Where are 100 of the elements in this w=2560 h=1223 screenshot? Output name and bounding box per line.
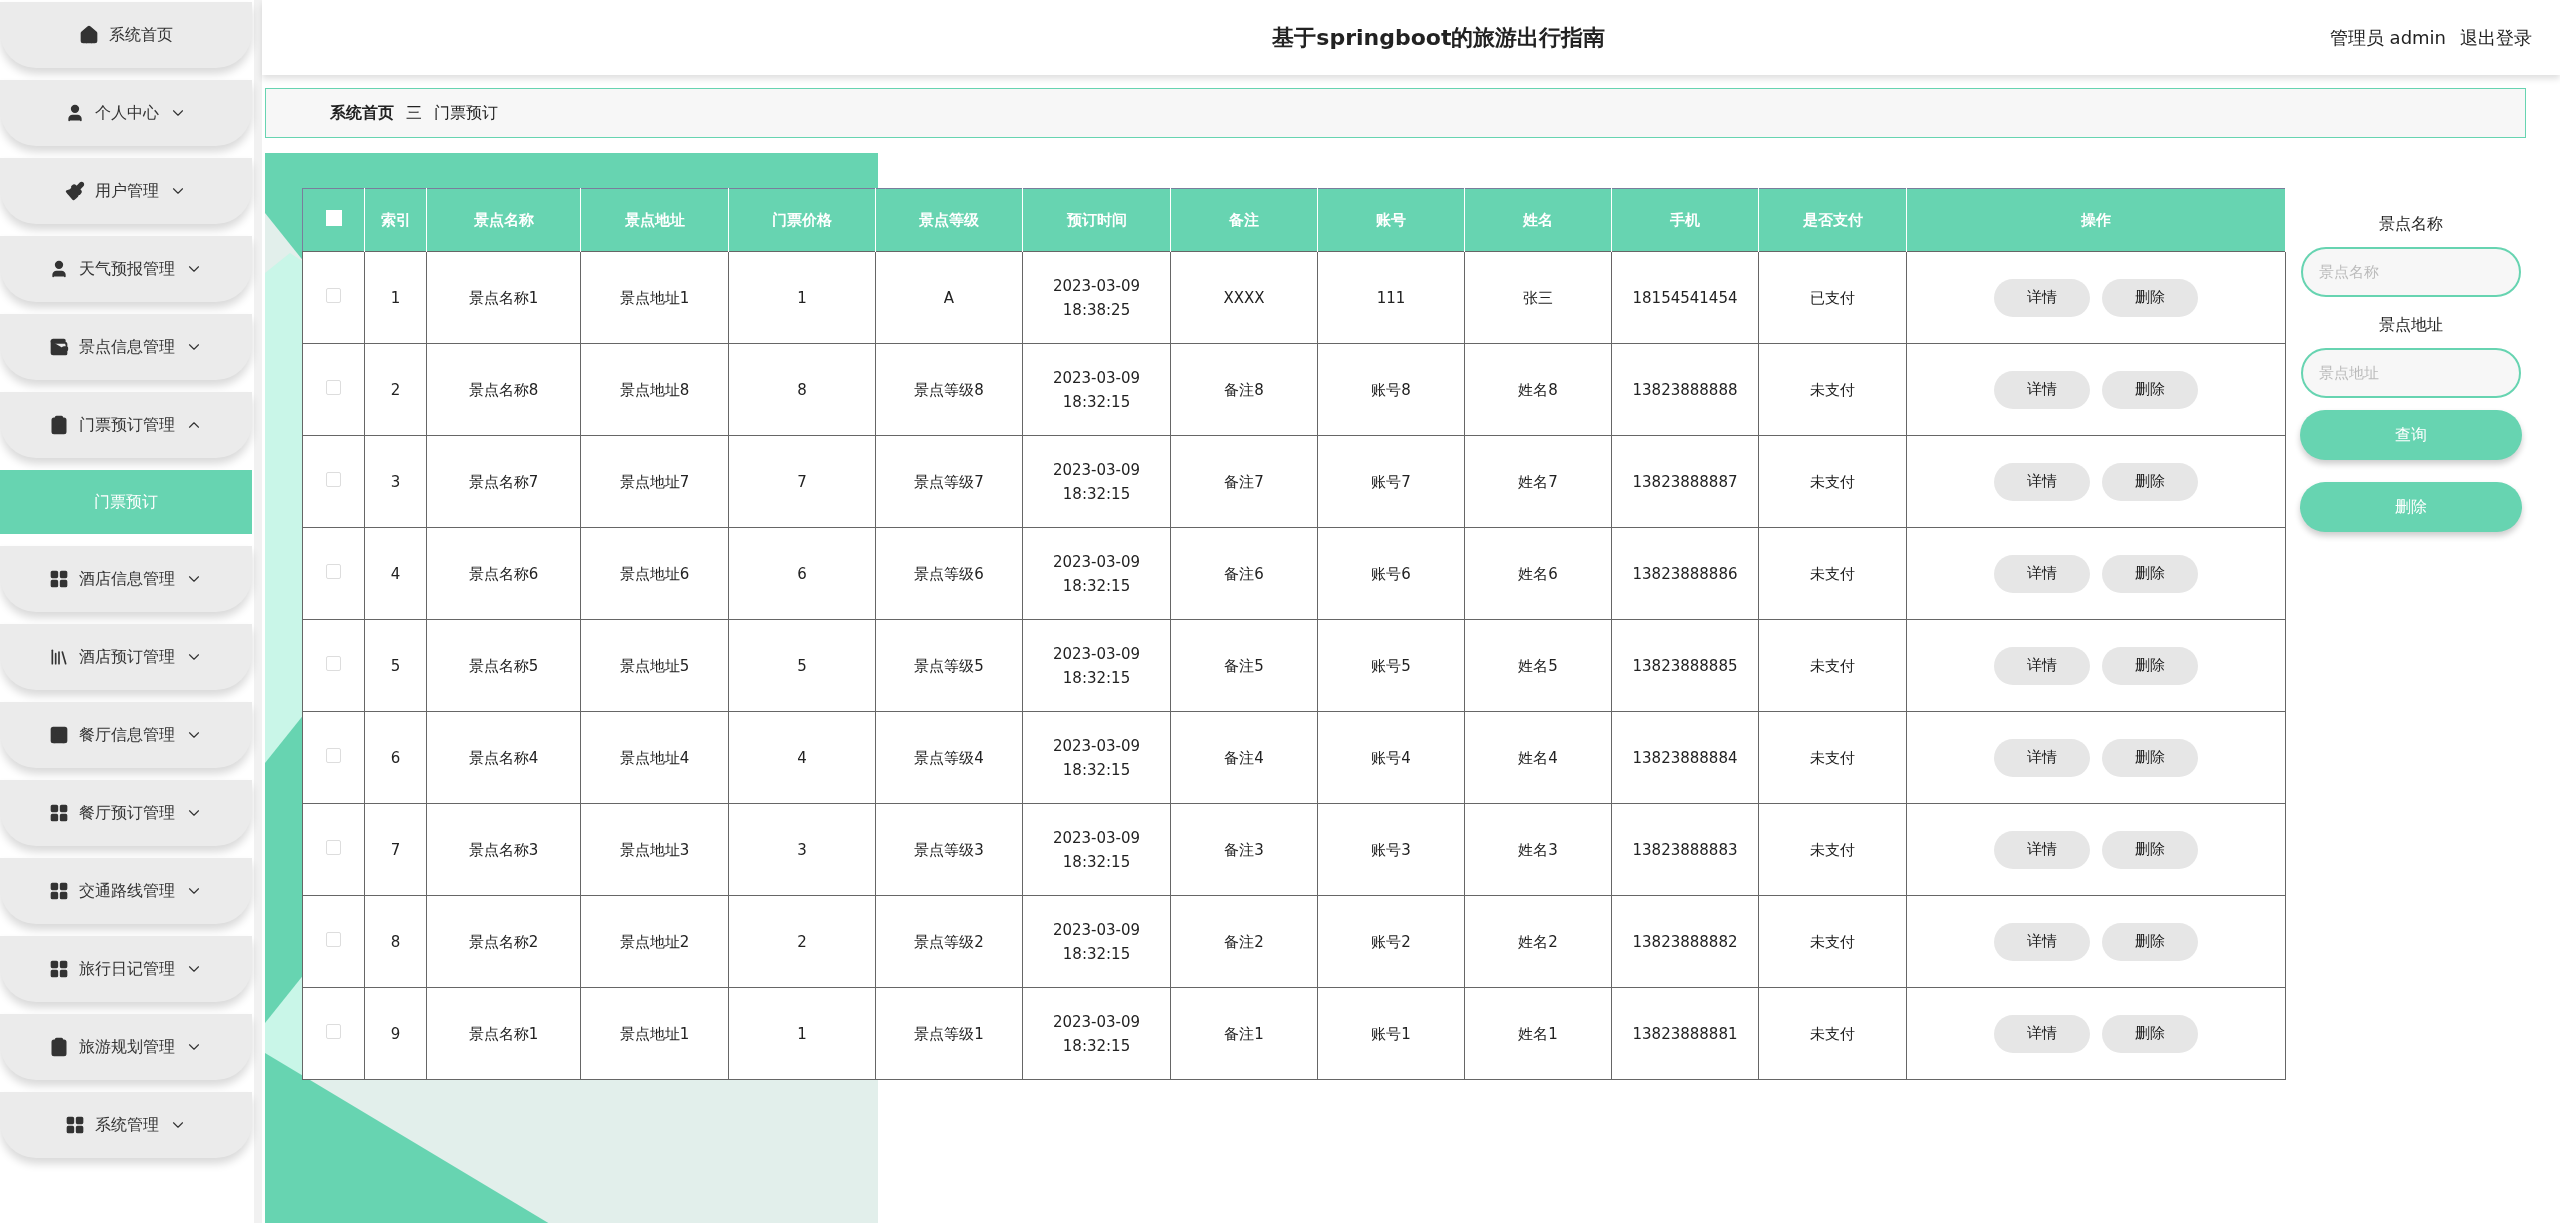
sidebar-item[interactable]: 系统首页 <box>0 2 252 68</box>
breadcrumb-item[interactable]: 系统首页 <box>330 102 394 124</box>
table-cell-text: 未支付 <box>1810 563 1855 585</box>
sidebar-item[interactable]: 系统管理 <box>0 1092 252 1158</box>
table-cell-text: 姓名2 <box>1518 931 1558 953</box>
row-checkbox[interactable] <box>326 472 341 487</box>
select-all-checkbox[interactable] <box>325 210 342 226</box>
table-cell-text: 景点地址3 <box>619 839 690 861</box>
table-cell-text: 景点名称7 <box>468 471 539 493</box>
sidebar-item[interactable]: 旅行日记管理 <box>0 936 252 1002</box>
table-cell-text: 111 <box>1376 287 1406 309</box>
table-cell-text: 备注7 <box>1224 471 1264 493</box>
row-checkbox[interactable] <box>326 288 341 303</box>
table-cell-text: 未支付 <box>1810 1023 1855 1045</box>
table-cell-text: 2023-03-09 18:38:25 <box>1051 275 1142 321</box>
table-cell-text: 备注1 <box>1224 1023 1264 1045</box>
breadcrumb-item[interactable]: 门票预订 <box>434 102 498 124</box>
delete-button[interactable]: 删除 <box>2102 278 2198 317</box>
delete-button[interactable]: 删除 <box>2102 1014 2198 1053</box>
delete-button[interactable]: 删除 <box>2102 462 2198 501</box>
delete-button[interactable]: 删除 <box>2102 370 2198 409</box>
row-checkbox[interactable] <box>326 656 341 671</box>
table-cell-text: 未支付 <box>1810 471 1855 493</box>
column-header: 预订时间 <box>1022 188 1171 252</box>
sidebar-item[interactable]: 景点信息管理 <box>0 314 252 380</box>
brush-icon <box>65 181 85 201</box>
column-header: 操作 <box>1906 188 2286 252</box>
table-cell-text: 2 <box>797 931 807 953</box>
row-checkbox[interactable] <box>326 564 341 579</box>
details-button[interactable]: 详情 <box>1994 1014 2090 1053</box>
details-button[interactable]: 详情 <box>1994 462 2090 501</box>
search-field[interactable]: 景点名称 <box>2300 247 2521 297</box>
sidebar-item[interactable]: 餐厅预订管理 <box>0 780 252 846</box>
sidebar-item[interactable]: 餐厅信息管理 <box>0 702 252 768</box>
wallet-icon <box>49 337 69 357</box>
delete-button[interactable]: 删除 <box>2102 646 2198 685</box>
table-cell-text: 景点名称2 <box>468 931 539 953</box>
table-cell-text: 备注2 <box>1224 931 1264 953</box>
sidebar-item[interactable]: 酒店预订管理 <box>0 624 252 690</box>
delete-button[interactable]: 删除 <box>2102 554 2198 593</box>
logout-link[interactable]: 退出登录 <box>2460 25 2532 50</box>
details-button[interactable]: 详情 <box>1994 278 2090 317</box>
column-header: 景点地址 <box>580 188 729 252</box>
table-cell-text: 景点地址4 <box>619 747 690 769</box>
table-cell-text: 景点等级1 <box>914 1023 984 1045</box>
table-cell-text: 13823888886 <box>1632 563 1738 585</box>
details-button[interactable]: 详情 <box>1994 370 2090 409</box>
table-cell-text: 7 <box>390 839 401 861</box>
table-cell-text: 6 <box>390 747 401 769</box>
details-button[interactable]: 详情 <box>1994 738 2090 777</box>
table-cell-text: 1 <box>390 287 401 309</box>
details-button[interactable]: 详情 <box>1994 830 2090 869</box>
table-cell-text: 姓名5 <box>1518 655 1558 677</box>
column-header: 景点等级 <box>875 188 1023 252</box>
sidebar-item[interactable]: 个人中心 <box>0 80 252 146</box>
table-cell-text: 景点地址1 <box>619 1023 690 1045</box>
table-cell-text: 13823888883 <box>1632 839 1738 861</box>
table-cell-text: 账号6 <box>1371 563 1411 585</box>
sidebar-item[interactable]: 旅游规划管理 <box>0 1014 252 1080</box>
breadcrumb-separator: 三 <box>406 102 422 124</box>
sidebar-item[interactable]: 天气预报管理 <box>0 236 252 302</box>
home-icon <box>79 25 99 45</box>
table-cell-text: 账号8 <box>1371 379 1411 401</box>
row-checkbox[interactable] <box>326 748 341 763</box>
table-cell-text: 1 <box>797 287 807 309</box>
table-cell-text: 景点地址8 <box>619 379 690 401</box>
table-cell-text: 6 <box>797 563 807 585</box>
table-cell-text: 18154541454 <box>1632 287 1738 309</box>
sidebar-item[interactable]: 门票预订管理 <box>0 392 252 458</box>
details-button[interactable]: 详情 <box>1994 554 2090 593</box>
table-cell-text: 5 <box>390 655 401 677</box>
table-cell-text: 景点地址1 <box>619 287 690 309</box>
delete-button[interactable]: 删除 <box>2102 738 2198 777</box>
details-button[interactable]: 详情 <box>1994 646 2090 685</box>
table-cell-text: 景点地址5 <box>619 655 690 677</box>
table-cell-text: 景点名称1 <box>468 1023 539 1045</box>
table-cell-text: 景点等级8 <box>914 379 984 401</box>
table-cell-text: 账号3 <box>1371 839 1411 861</box>
column-header: 是否支付 <box>1758 188 1907 252</box>
delete-button[interactable]: 删除 <box>2102 922 2198 961</box>
column-header: 门票价格 <box>728 188 876 252</box>
table-cell-text: 13823888888 <box>1632 379 1738 401</box>
table-cell-text: 景点地址7 <box>619 471 690 493</box>
row-checkbox[interactable] <box>326 932 341 947</box>
table-cell-text: 账号4 <box>1371 747 1411 769</box>
table-cell-text: 景点等级5 <box>914 655 984 677</box>
column-header: 姓名 <box>1464 188 1612 252</box>
table-cell-text: XXXX <box>1223 287 1265 309</box>
sidebar-item[interactable]: 用户管理 <box>0 158 252 224</box>
table-cell-text: 景点名称4 <box>468 747 539 769</box>
sidebar-item[interactable]: 酒店信息管理 <box>0 546 252 612</box>
table-cell-text: 景点地址2 <box>619 931 690 953</box>
sidebar-item[interactable]: 交通路线管理 <box>0 858 252 924</box>
delete-button[interactable]: 删除 <box>2102 830 2198 869</box>
row-checkbox[interactable] <box>326 1024 341 1039</box>
row-checkbox[interactable] <box>326 380 341 395</box>
row-checkbox[interactable] <box>326 840 341 855</box>
details-button[interactable]: 详情 <box>1994 922 2090 961</box>
table-cell-text: 景点名称1 <box>468 287 539 309</box>
table-cell-text: 景点名称8 <box>468 379 539 401</box>
